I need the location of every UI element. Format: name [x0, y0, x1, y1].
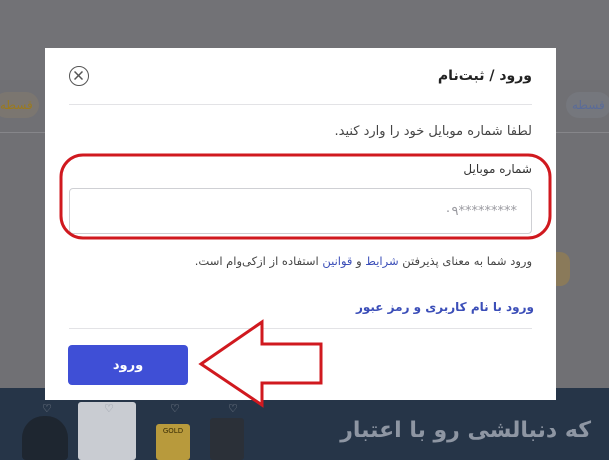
phone-label: شماره موبایل — [463, 162, 532, 176]
close-x-glyph — [74, 71, 83, 80]
background-installment-chip: قسطه — [0, 92, 39, 118]
phone-input[interactable] — [69, 188, 532, 234]
footer-divider — [69, 328, 532, 329]
gold-box-image: GOLD — [156, 424, 190, 460]
terms-conditions-link[interactable]: شرایط — [365, 254, 398, 268]
heart-icon: ♡ — [228, 402, 238, 415]
gold-box-label: GOLD — [162, 427, 184, 435]
background-installment-chip: قسطه — [566, 92, 609, 118]
smartphone-image — [210, 418, 244, 460]
terms-text: ورود شما به معنای پذیرفتن شرایط و قوانین… — [195, 254, 532, 268]
login-submit-button[interactable]: ورود — [68, 345, 188, 385]
terms-suffix: استفاده از ازکی‌وام است. — [194, 254, 323, 268]
heart-icon: ♡ — [42, 402, 52, 415]
headphones-image — [22, 416, 68, 460]
header-divider — [69, 104, 532, 105]
terms-rules-link[interactable]: قوانین — [322, 254, 352, 268]
login-modal: ورود / ثبت‌نام لطفا شماره موبایل خود را … — [45, 48, 556, 400]
instruction-text: لطفا شماره موبایل خود را وارد کنید. — [334, 124, 532, 139]
close-icon[interactable] — [69, 66, 89, 86]
terms-middle: و — [352, 254, 366, 268]
username-password-login-link[interactable]: ورود با نام کاربری و رمز عبور — [356, 300, 534, 314]
heart-icon: ♡ — [104, 402, 114, 415]
modal-title: ورود / ثبت‌نام — [437, 68, 532, 84]
heart-icon: ♡ — [170, 402, 180, 415]
terms-prefix: ورود شما به معنای پذیرفتن — [398, 254, 532, 268]
promo-banner-text: که دنبالشی رو با اعتبار — [340, 418, 591, 443]
